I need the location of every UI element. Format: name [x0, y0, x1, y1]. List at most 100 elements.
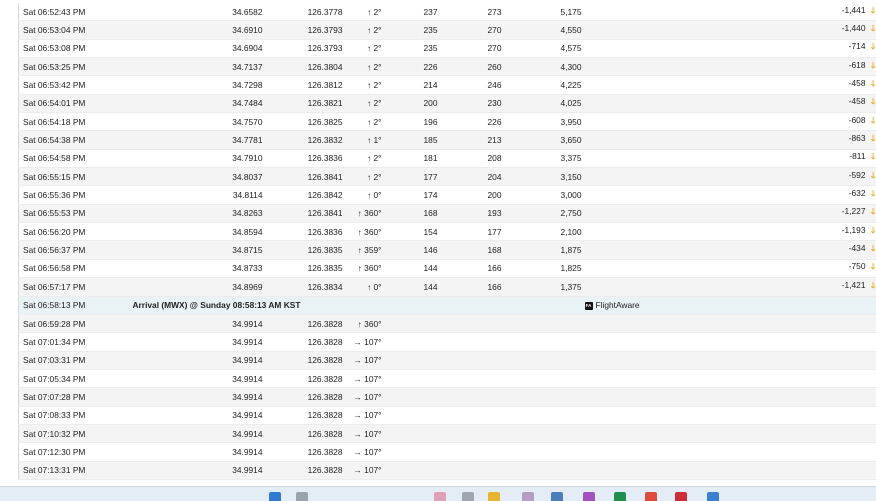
row-spacer	[115, 94, 164, 112]
row-longitude: 126.3828	[263, 461, 343, 479]
row-spacer	[115, 131, 164, 149]
row-climb-rate: -632🡓	[582, 186, 876, 204]
table-row: Sat 06:52:43 PM34.6582126.3778↑ 2°237273…	[19, 3, 876, 21]
course-direction-arrow-icon: ↑	[358, 208, 362, 218]
climb-rate-value: -1,441	[842, 5, 866, 15]
row-spacer	[115, 149, 164, 167]
row-altitude: 1,375	[502, 278, 582, 296]
row-longitude: 126.3793	[263, 21, 343, 39]
row-altitude: 4,575	[502, 39, 582, 57]
climb-rate-value: -750	[849, 261, 866, 271]
course-degrees: 107°	[364, 447, 381, 457]
row-speed-mph	[438, 461, 502, 479]
row-altitude	[502, 351, 582, 369]
down-arrow-icon: 🡓	[868, 96, 876, 110]
row-climb-rate: -608🡓	[582, 113, 876, 131]
row-speed-mph: 166	[438, 259, 502, 277]
row-latitude: 34.8114	[164, 186, 263, 204]
row-altitude	[502, 388, 582, 406]
source-facility: FlightAware	[596, 300, 640, 310]
row-climb-rate: -618🡓	[582, 58, 876, 76]
course-degrees: 107°	[364, 355, 381, 365]
course-direction-arrow-icon: ↑	[358, 263, 362, 273]
course-degrees: 2°	[373, 7, 381, 17]
row-time: Sat 06:52:43 PM	[19, 3, 115, 21]
row-spacer	[115, 388, 164, 406]
climb-rate-value: -618	[849, 60, 866, 70]
row-time: Sat 06:53:25 PM	[19, 58, 115, 76]
row-course: ↑ 360°	[343, 204, 382, 222]
row-course: ↑ 2°	[343, 21, 382, 39]
row-speed-kts	[382, 424, 438, 442]
row-speed-kts: 144	[382, 259, 438, 277]
course-degrees: 360°	[364, 208, 381, 218]
row-speed-mph: 270	[438, 39, 502, 57]
row-course: ↑ 360°	[343, 259, 382, 277]
row-speed-mph	[438, 388, 502, 406]
row-climb-rate: -863🡓	[582, 131, 876, 149]
down-arrow-icon: 🡓	[868, 133, 876, 147]
table-row: Sat 06:55:15 PM34.8037126.3841↑ 2°177204…	[19, 168, 876, 186]
row-speed-kts: 237	[382, 3, 438, 21]
course-direction-arrow-icon: ↑	[367, 7, 371, 17]
row-altitude: 3,150	[502, 168, 582, 186]
row-climb-rate: -1,441🡓	[582, 3, 876, 21]
climb-rate-value: -458	[849, 96, 866, 106]
row-spacer	[115, 204, 164, 222]
row-longitude: 126.3804	[263, 58, 343, 76]
row-climb-rate	[582, 314, 876, 332]
row-latitude: 34.9914	[164, 443, 263, 461]
row-climb-rate	[582, 351, 876, 369]
row-spacer	[115, 461, 164, 479]
climb-rate-value: -811	[849, 151, 865, 161]
row-speed-kts: 146	[382, 241, 438, 259]
row-time: Sat 07:13:31 PM	[19, 461, 115, 479]
table-row: Sat 07:07:28 PM34.9914126.3828→ 107°FAEs…	[19, 388, 876, 406]
course-degrees: 107°	[364, 410, 381, 420]
row-course: ↑ 2°	[343, 149, 382, 167]
row-climb-rate	[582, 443, 876, 461]
row-time: Sat 07:12:30 PM	[19, 443, 115, 461]
table-row: Sat 06:58:13 PMArrival (MWX) @ Sunday 08…	[19, 296, 876, 314]
row-altitude: 2,100	[502, 223, 582, 241]
row-altitude: 1,875	[502, 241, 582, 259]
row-time: Sat 06:58:13 PM	[19, 296, 115, 314]
row-longitude: 126.3832	[263, 131, 343, 149]
row-latitude: 34.9914	[164, 461, 263, 479]
row-longitude: 126.3778	[263, 3, 343, 21]
row-time: Sat 06:56:37 PM	[19, 241, 115, 259]
course-degrees: 1°	[373, 135, 381, 145]
down-arrow-icon: 🡓	[868, 151, 876, 165]
row-course: ↑ 2°	[343, 168, 382, 186]
row-latitude: 34.7484	[164, 94, 263, 112]
row-spacer	[115, 314, 164, 332]
table-row: Sat 06:55:36 PM34.8114126.3842↑ 0°174200…	[19, 186, 876, 204]
table-row: Sat 06:53:25 PM34.7137126.3804↑ 2°226260…	[19, 58, 876, 76]
row-course: ↑ 360°	[343, 223, 382, 241]
row-climb-rate: -750🡓	[582, 259, 876, 277]
row-speed-kts	[382, 333, 438, 351]
course-direction-arrow-icon: →	[353, 355, 361, 365]
row-climb-rate: -1,227🡓	[582, 204, 876, 222]
row-climb-rate: -458🡓	[582, 94, 876, 112]
row-longitude: 126.3812	[263, 76, 343, 94]
course-direction-arrow-icon: →	[353, 410, 361, 420]
course-degrees: 107°	[364, 392, 381, 402]
row-speed-kts: 185	[382, 131, 438, 149]
flight-track-log-body: Sat 06:52:43 PM34.6582126.3778↑ 2°237273…	[19, 3, 876, 479]
row-altitude: 5,175	[502, 3, 582, 21]
down-arrow-icon: 🡓	[868, 60, 876, 74]
down-arrow-icon: 🡓	[868, 243, 876, 257]
course-direction-arrow-icon: ↑	[367, 190, 371, 200]
row-latitude: 34.9914	[164, 369, 263, 387]
row-course: → 107°	[343, 388, 382, 406]
course-degrees: 0°	[373, 282, 381, 292]
row-speed-kts: 235	[382, 39, 438, 57]
row-speed-kts	[382, 406, 438, 424]
course-direction-arrow-icon: ↑	[358, 227, 362, 237]
row-longitude: 126.3828	[263, 333, 343, 351]
climb-rate-value: -863	[849, 133, 866, 143]
climb-rate-value: -1,227	[842, 206, 866, 216]
row-speed-mph: 168	[438, 241, 502, 259]
row-longitude: 126.3828	[263, 406, 343, 424]
